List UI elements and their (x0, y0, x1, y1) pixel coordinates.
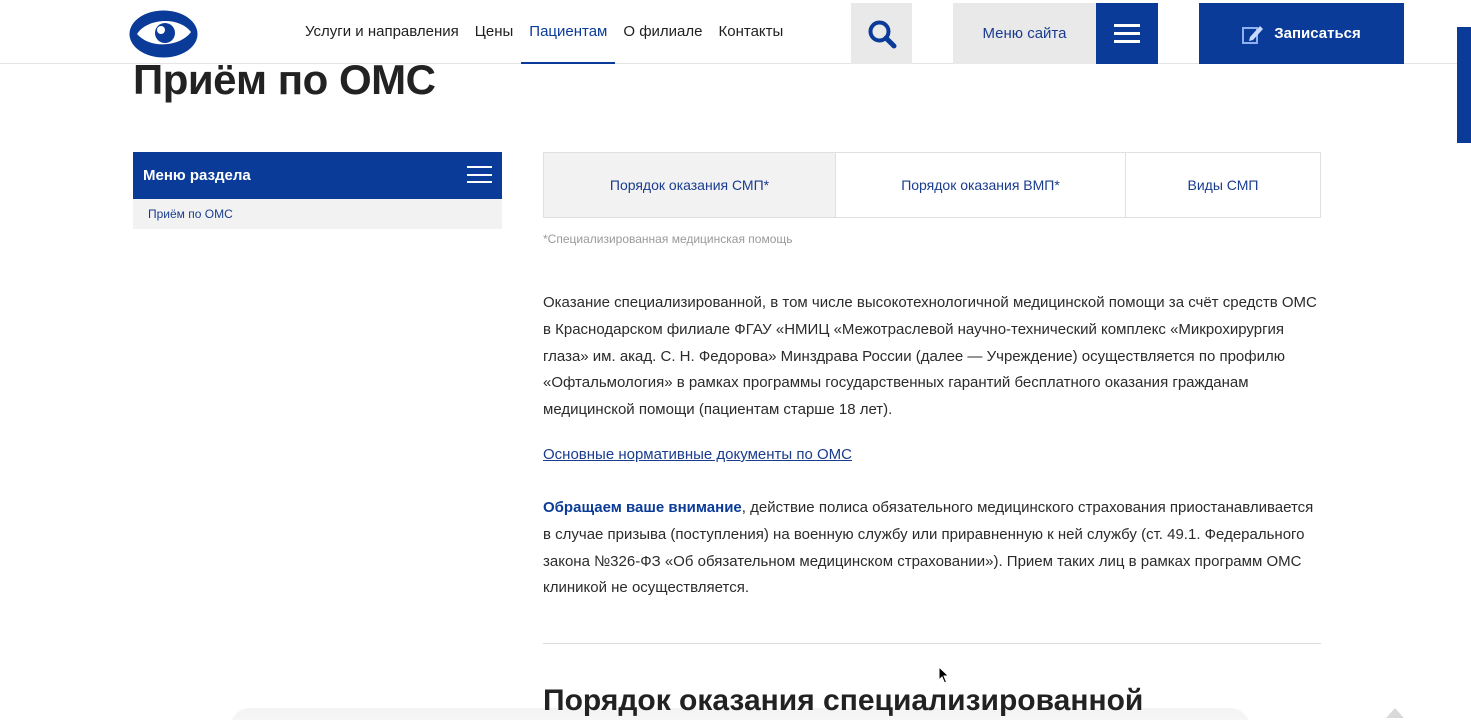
site-menu-button[interactable]: Меню сайта (953, 3, 1096, 64)
section-menu-title: Меню раздела (143, 167, 251, 184)
tab-smp-types[interactable]: Виды СМП (1126, 153, 1320, 217)
section-menu: Меню раздела Приём по ОМС (133, 152, 502, 229)
site-header: Услуги и направления Цены Пациентам О фи… (0, 0, 1471, 64)
menu-lines-icon (467, 166, 492, 183)
section-menu-header[interactable]: Меню раздела (133, 152, 502, 199)
section-heading: Порядок оказания специализированной (543, 684, 1144, 717)
divider (543, 643, 1321, 644)
nav-item-prices[interactable]: Цены (467, 0, 522, 64)
nav-item-about[interactable]: О филиале (615, 0, 710, 64)
footnote: *Специализированная медицинская помощь (543, 232, 793, 246)
section-menu-item-oms[interactable]: Приём по ОМС (133, 199, 502, 229)
signup-label: Записаться (1274, 25, 1361, 42)
attention-paragraph: Обращаем ваше внимание, действие полиса … (543, 495, 1323, 602)
hamburger-icon (1114, 24, 1140, 27)
nav-item-services[interactable]: Услуги и направления (297, 0, 467, 64)
search-button[interactable] (851, 3, 912, 64)
mouse-cursor-icon (938, 666, 950, 684)
scroll-up-icon[interactable] (1384, 706, 1406, 720)
tab-smp-procedure[interactable]: Порядок оказания СМП* (544, 153, 836, 217)
nav-item-contacts[interactable]: Контакты (711, 0, 792, 64)
main-nav: Услуги и направления Цены Пациентам О фи… (297, 0, 791, 64)
hamburger-icon-line (1114, 40, 1140, 43)
tabs: Порядок оказания СМП* Порядок оказания В… (543, 152, 1321, 218)
intro-paragraph: Оказание специализированной, в том числе… (543, 294, 1317, 419)
signup-button[interactable]: Записаться (1199, 3, 1404, 64)
nav-item-patients[interactable]: Пациентам (521, 0, 616, 64)
hamburger-menu-button[interactable] (1096, 3, 1158, 64)
documents-link[interactable]: Основные нормативные документы по ОМС (543, 446, 852, 463)
eye-logo-icon[interactable] (129, 10, 198, 58)
hamburger-icon-line (1114, 32, 1140, 35)
search-icon (868, 20, 896, 48)
tab-vmp-procedure[interactable]: Порядок оказания ВМП* (836, 153, 1126, 217)
edit-icon (1242, 25, 1264, 44)
scrollbar-thumb[interactable] (1457, 27, 1471, 143)
attention-bold: Обращаем ваше внимание (543, 499, 742, 516)
